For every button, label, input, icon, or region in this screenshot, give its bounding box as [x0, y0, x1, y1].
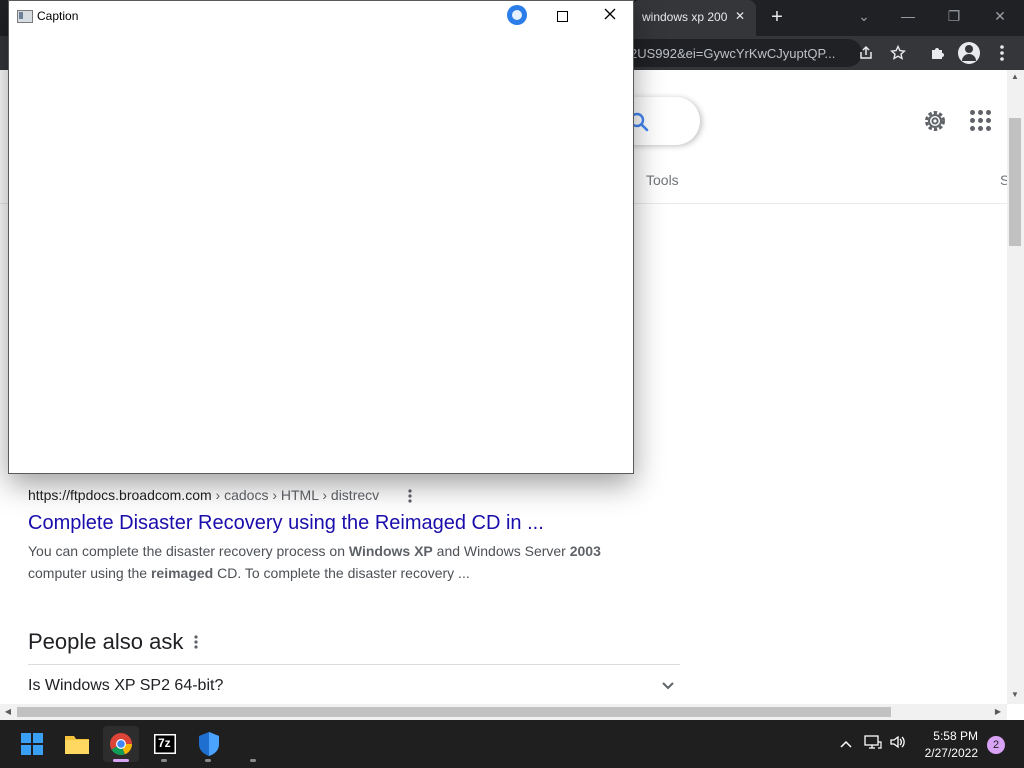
scroll-down-arrow-icon[interactable]: ▼: [1010, 690, 1020, 700]
window-close-button[interactable]: [601, 5, 619, 23]
horizontal-scrollbar[interactable]: ◀ ▶: [0, 704, 1007, 720]
tab-title: windows xp 200: [642, 10, 728, 24]
puzzle-icon[interactable]: [926, 41, 950, 65]
caption-window[interactable]: Caption: [8, 0, 634, 474]
snippet-bold: 2003: [569, 543, 601, 559]
address-bar[interactable]: 2US992&ei=GywcYrKwCJyuptQP...: [620, 39, 862, 67]
chrome-icon[interactable]: [103, 726, 139, 762]
share-icon[interactable]: [854, 41, 878, 65]
kebab-menu-icon[interactable]: [990, 41, 1014, 65]
snippet-text: and Windows Server: [432, 543, 570, 559]
show-hidden-icons-chevron-icon[interactable]: [836, 734, 856, 754]
result-cite[interactable]: https://ftpdocs.broadcom.com › cadocs › …: [28, 487, 379, 503]
people-also-ask-divider: [28, 664, 680, 665]
window-status-badge-icon[interactable]: [507, 5, 527, 25]
clock-date[interactable]: 2/27/2022: [918, 746, 978, 760]
snippet-text: You can complete the disaster recovery p…: [28, 543, 349, 559]
7zip-label: 7z: [158, 736, 171, 750]
start-icon[interactable]: [14, 726, 50, 762]
running-app-indicator: [205, 759, 211, 762]
restore-button[interactable]: ❐: [942, 4, 966, 28]
network-icon[interactable]: [863, 734, 883, 754]
people-also-ask-heading: People also ask: [28, 629, 184, 654]
7zip-icon[interactable]: 7z: [147, 726, 183, 762]
chevron-down-icon[interactable]: [660, 677, 676, 693]
minimize-button[interactable]: —: [896, 4, 920, 28]
window-maximize-button[interactable]: [557, 11, 568, 22]
google-apps-icon[interactable]: [970, 110, 992, 132]
volume-icon[interactable]: [888, 734, 908, 754]
running-app-indicator: [161, 759, 167, 762]
settings-gear-icon[interactable]: [922, 108, 948, 134]
active-app-indicator: [113, 759, 129, 762]
vertical-scroll-thumb[interactable]: [1009, 118, 1021, 246]
result-title-link[interactable]: Complete Disaster Recovery using the Rei…: [28, 512, 544, 535]
window-title: Caption: [37, 9, 79, 23]
snippet-text: CD. To complete the disaster recovery ..…: [213, 565, 470, 581]
tools-tab[interactable]: Tools: [646, 172, 679, 188]
file-explorer-icon[interactable]: [59, 726, 95, 762]
tab-search-chevron-icon[interactable]: ⌄: [852, 4, 876, 28]
vertical-scrollbar[interactable]: ▲ ▼: [1007, 70, 1024, 704]
star-icon[interactable]: [886, 41, 910, 65]
result-snippet: You can complete the disaster recovery p…: [28, 540, 668, 584]
browser-tab[interactable]: windows xp 200 ✕: [632, 0, 756, 36]
scroll-left-arrow-icon[interactable]: ◀: [3, 707, 13, 717]
scroll-up-arrow-icon[interactable]: ▲: [1010, 72, 1020, 82]
running-app-indicator: [250, 759, 256, 762]
windows-security-icon[interactable]: [191, 726, 227, 762]
cite-host: https://ftpdocs.broadcom.com: [28, 487, 212, 503]
notification-count-badge[interactable]: 2: [987, 736, 1005, 754]
horizontal-scroll-thumb[interactable]: [17, 707, 891, 717]
new-tab-button[interactable]: +: [766, 6, 788, 28]
tab-close-icon[interactable]: ✕: [732, 8, 748, 24]
result-more-icon[interactable]: [404, 486, 416, 506]
window-app-icon: [17, 10, 33, 23]
people-also-ask-more-icon[interactable]: [194, 632, 206, 652]
snippet-text: computer using the: [28, 565, 151, 581]
scroll-right-arrow-icon[interactable]: ▶: [993, 707, 1003, 717]
avatar-icon[interactable]: [958, 42, 980, 64]
windows-taskbar: 7z 5:58 PM 2/27/2022 2: [0, 720, 1024, 768]
close-button[interactable]: ✕: [988, 4, 1012, 28]
snippet-bold: Windows XP: [348, 543, 433, 559]
address-text: 2US992&ei=GywcYrKwCJyuptQP...: [630, 46, 836, 61]
snippet-bold: reimaged: [150, 565, 214, 581]
people-also-ask-question[interactable]: Is Windows XP SP2 64-bit?: [28, 677, 223, 695]
clock-time[interactable]: 5:58 PM: [930, 729, 978, 743]
cite-path: › cadocs › HTML › distrecv: [211, 487, 380, 503]
